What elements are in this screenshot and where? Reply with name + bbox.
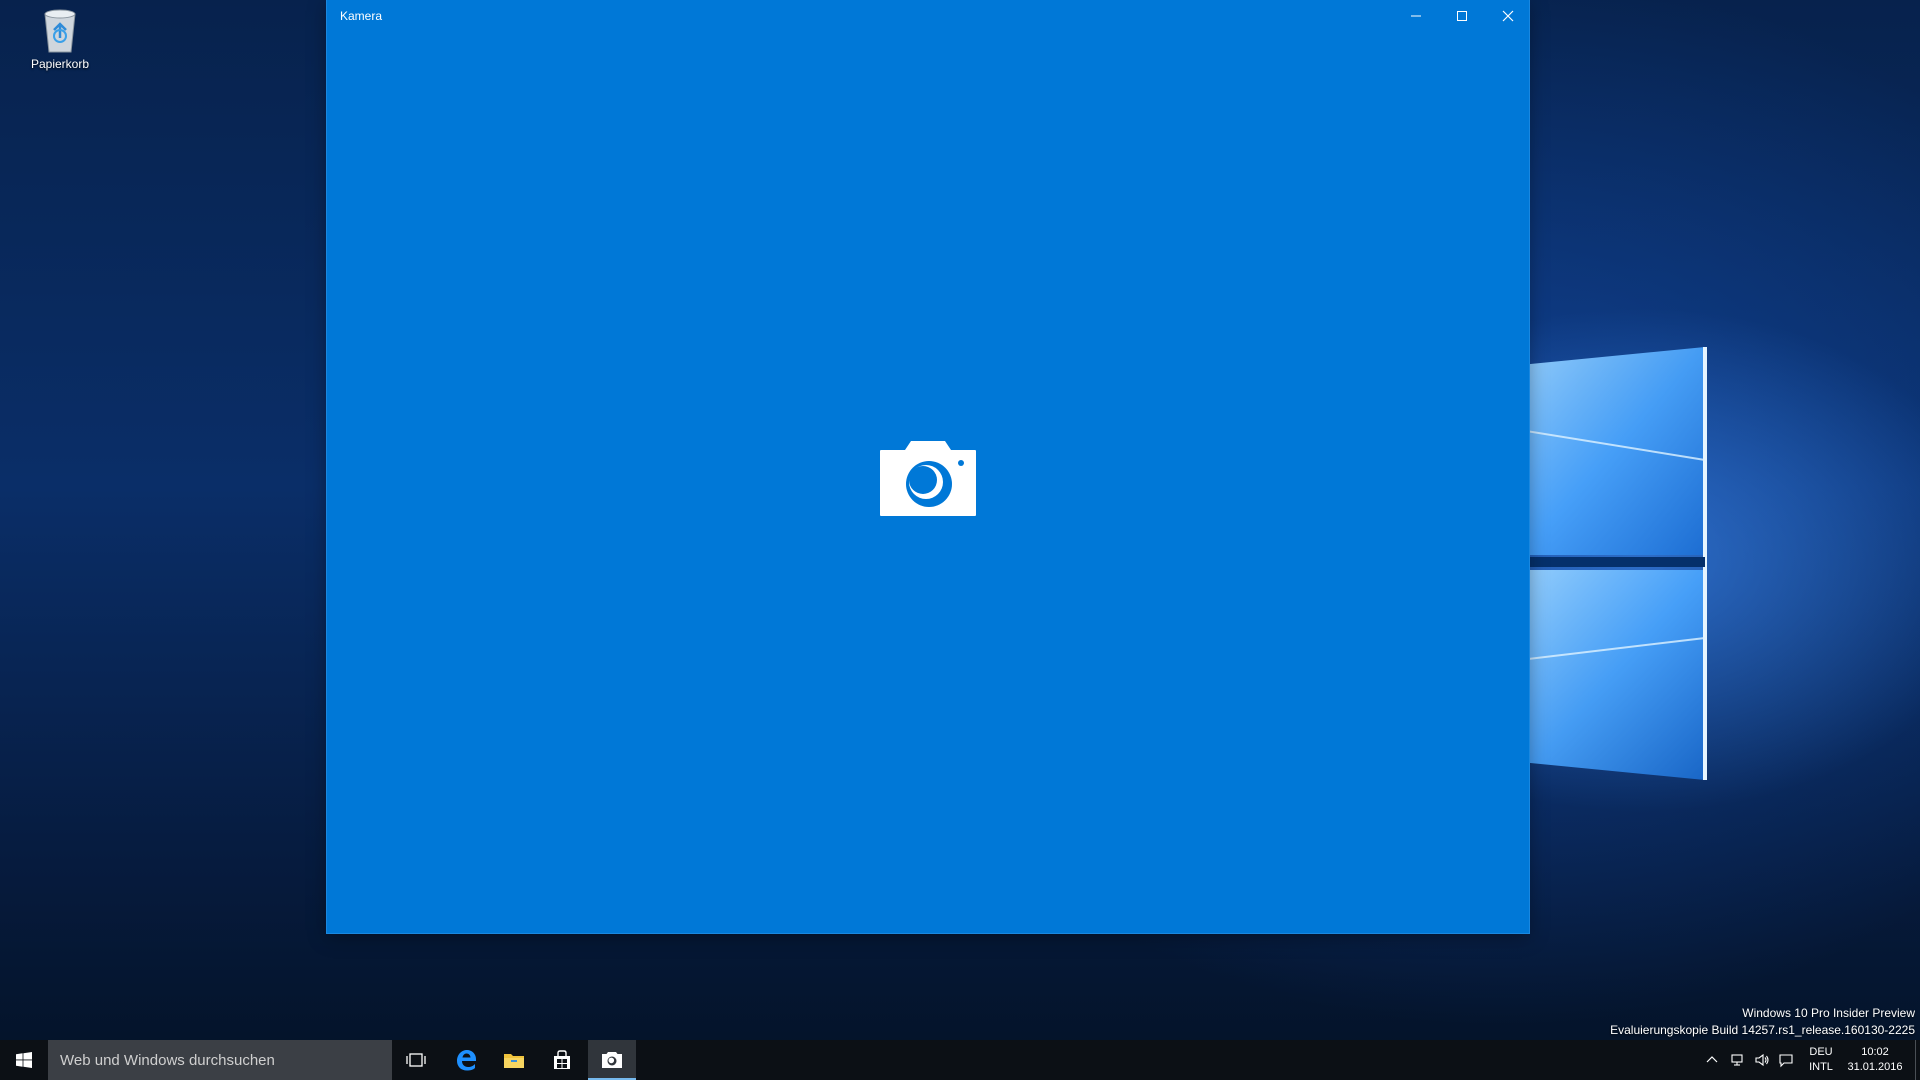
clock-time: 10:02 [1861, 1046, 1889, 1058]
window-title: Kamera [340, 9, 383, 23]
taskbar: DEU INTL 10:02 31.01.2016 [0, 1040, 1920, 1080]
close-button[interactable] [1485, 0, 1531, 32]
system-tray: DEU INTL 10:02 31.01.2016 [1690, 1040, 1920, 1080]
action-center-icon[interactable] [1778, 1052, 1794, 1068]
minimize-button[interactable] [1393, 0, 1439, 32]
edge-button[interactable] [442, 1040, 490, 1080]
watermark-build: Evaluierungskopie Build 14257.rs1_releas… [1610, 1023, 1915, 1037]
volume-icon[interactable] [1754, 1052, 1770, 1068]
camera-icon [880, 441, 976, 516]
minimize-icon [1411, 15, 1421, 17]
close-icon [1502, 10, 1514, 22]
watermark-edition: Windows 10 Pro Insider Preview [1742, 1006, 1915, 1020]
file-explorer-button[interactable] [490, 1040, 538, 1080]
keyboard-layout: INTL [1809, 1061, 1833, 1073]
file-explorer-icon [504, 1054, 524, 1068]
evaluation-watermark: Windows 10 Pro Insider Preview Evaluieru… [1610, 1005, 1915, 1039]
clock[interactable]: 10:02 31.01.2016 [1840, 1045, 1910, 1075]
maximize-icon [1457, 11, 1467, 21]
search-input[interactable] [48, 1040, 392, 1080]
maximize-button[interactable] [1439, 0, 1485, 32]
title-bar[interactable]: Kamera [327, 0, 1529, 32]
edge-icon [457, 1050, 476, 1071]
language-code: DEU [1809, 1046, 1833, 1058]
show-desktop-button[interactable] [1915, 1040, 1920, 1080]
camera-taskbar-button[interactable] [588, 1040, 636, 1080]
windows-logo-wallpaper [1519, 347, 1707, 780]
network-icon[interactable] [1730, 1052, 1746, 1068]
clock-date: 31.01.2016 [1847, 1061, 1903, 1073]
store-icon [554, 1050, 570, 1069]
camera-app-window[interactable]: Kamera [327, 0, 1529, 933]
search-box[interactable] [48, 1040, 392, 1080]
task-view-button[interactable] [392, 1040, 440, 1080]
task-view-icon [406, 1053, 426, 1067]
recycle-bin-label: Papierkorb [30, 57, 90, 71]
camera-icon [602, 1052, 622, 1068]
desktop: Papierkorb Kamera Windows 10 Pro Insider… [0, 0, 1920, 1080]
input-language-indicator[interactable]: DEU INTL [1804, 1045, 1838, 1075]
chevron-up-icon[interactable] [1704, 1052, 1720, 1068]
start-button[interactable] [0, 1040, 48, 1080]
windows-start-icon [16, 1052, 32, 1068]
recycle-bin-icon [44, 9, 76, 53]
desktop-icon-recycle-bin[interactable]: Papierkorb [20, 8, 100, 78]
store-button[interactable] [538, 1040, 586, 1080]
